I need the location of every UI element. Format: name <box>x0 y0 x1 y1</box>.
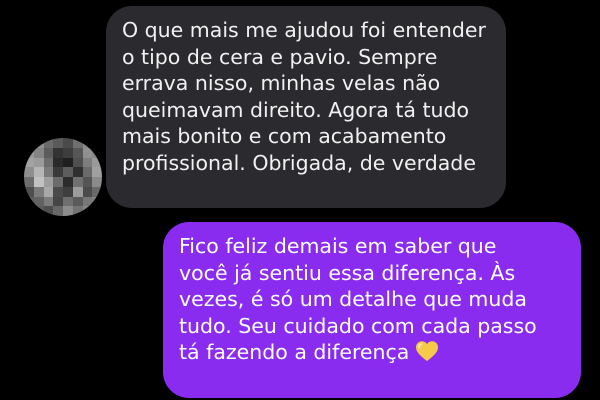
avatar-pixel <box>43 206 54 216</box>
avatar-pixel <box>33 177 44 187</box>
avatar-pixel <box>72 206 83 216</box>
avatar-pixel <box>33 196 44 207</box>
avatar-pixel <box>72 196 83 207</box>
avatar-pixel <box>33 206 44 216</box>
avatar-pixel <box>92 177 102 187</box>
avatar-pixel <box>24 206 34 216</box>
avatar-pixel <box>24 147 34 158</box>
avatar-pixel <box>43 147 54 158</box>
avatar-pixel <box>43 157 54 168</box>
avatar-pixel <box>53 196 63 207</box>
avatar-pixel <box>33 147 44 158</box>
message-bubble-incoming[interactable]: O que mais me ajudou foi entender o tipo… <box>106 6 506 208</box>
avatar-pixel <box>92 186 102 197</box>
avatar-pixel <box>63 186 73 197</box>
avatar-pixel <box>92 138 102 148</box>
avatar-pixel <box>72 157 83 168</box>
avatar-pixel <box>24 196 34 207</box>
avatar-pixel <box>24 186 34 197</box>
avatar-pixel <box>72 138 83 148</box>
avatar-pixel <box>33 186 44 197</box>
avatar-pixel <box>82 196 93 207</box>
avatar-pixel <box>63 177 73 187</box>
avatar-pixel <box>43 138 54 148</box>
message-line: o tipo de cera e pavio. Sempre <box>122 44 438 69</box>
avatar-pixel <box>43 196 54 207</box>
message-line: profissional. Obrigada, de verdade <box>122 150 476 175</box>
message-line: O que mais me ajudou foi entender <box>122 18 486 42</box>
avatar-pixel <box>43 186 54 197</box>
avatar-pixel <box>24 177 34 187</box>
message-bubble-outgoing[interactable]: Fico feliz demais em saber que você já s… <box>163 222 581 398</box>
message-line: mais bonito e com acabamento <box>122 124 447 148</box>
avatar-pixel <box>82 167 93 177</box>
avatar-pixel <box>92 167 102 177</box>
avatar-pixel <box>92 196 102 207</box>
avatar-pixel <box>63 147 73 158</box>
avatar-pixel <box>72 167 83 177</box>
avatar-pixel <box>63 196 73 207</box>
avatar-pixel <box>63 138 73 148</box>
avatar-pixel <box>53 138 63 148</box>
message-line: você já sentiu essa diferença. Às <box>179 260 516 285</box>
avatar-pixel <box>53 147 63 158</box>
avatar-pixel <box>24 157 34 168</box>
avatar-pixel <box>72 177 83 187</box>
avatar-pixel <box>82 147 93 158</box>
avatar-pixel <box>72 147 83 158</box>
avatar-pixel <box>82 206 93 216</box>
yellow-heart-icon <box>415 340 439 369</box>
avatar[interactable] <box>24 138 102 216</box>
avatar-pixel <box>33 138 44 148</box>
avatar-pixel <box>82 186 93 197</box>
message-line-last: tá fazendo a diferença <box>179 339 571 369</box>
avatar-pixel <box>24 138 34 148</box>
avatar-pixel <box>82 138 93 148</box>
avatar-pixel <box>82 157 93 168</box>
avatar-pixel <box>53 167 63 177</box>
message-line: Fico feliz demais em saber que <box>179 234 497 258</box>
avatar-pixel <box>43 167 54 177</box>
avatar-pixel <box>33 167 44 177</box>
chat-screen: O que mais me ajudou foi entender o tipo… <box>0 0 600 400</box>
avatar-pixel <box>72 186 83 197</box>
avatar-pixel <box>63 157 73 168</box>
avatar-pixel <box>92 157 102 168</box>
avatar-pixel <box>24 167 34 177</box>
avatar-pixel <box>92 147 102 158</box>
message-line: queimavam direito. Agora tá tudo <box>122 97 470 122</box>
avatar-pixel <box>63 206 73 216</box>
message-line-text: tá fazendo a diferença <box>179 340 410 364</box>
avatar-pixel <box>53 186 63 197</box>
avatar-pixel <box>53 206 63 216</box>
message-line: tudo. Seu cuidado com cada passo <box>179 313 537 338</box>
avatar-pixel <box>63 167 73 177</box>
avatar-pixel <box>33 157 44 168</box>
message-line: errava nisso, minhas velas não <box>122 71 441 95</box>
avatar-pixel <box>92 206 102 216</box>
avatar-pixel <box>53 177 63 187</box>
avatar-pixel <box>82 177 93 187</box>
avatar-pixel <box>43 177 54 187</box>
message-line: vezes, é só um detalhe que muda <box>179 287 527 311</box>
avatar-pixel <box>53 157 63 168</box>
